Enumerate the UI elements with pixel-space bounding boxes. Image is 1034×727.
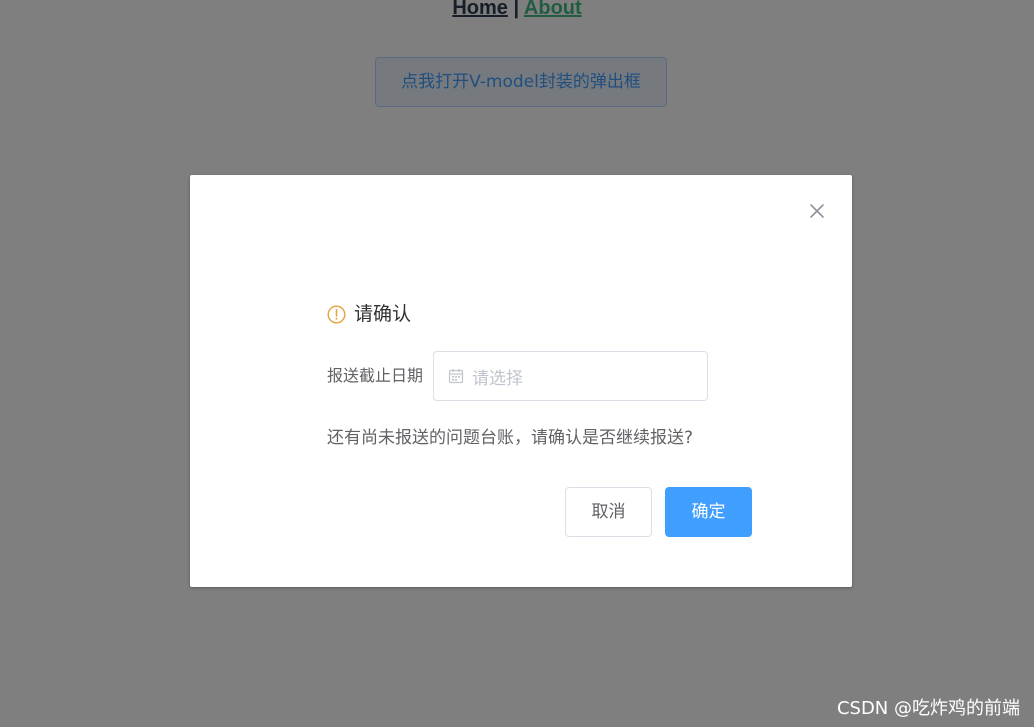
deadline-label: 报送截止日期 (327, 366, 424, 385)
confirm-dialog: 请确认 报送截止日期 请选择 还有尚未报送的问题台账，请确认是否继续报送? 取消… (190, 175, 852, 587)
dialog-message: 还有尚未报送的问题台账，请确认是否继续报送? (327, 428, 694, 448)
warning-circle-icon (327, 304, 346, 324)
calendar-icon (448, 368, 464, 384)
dialog-title: 请确认 (354, 303, 412, 325)
close-icon[interactable] (807, 201, 827, 221)
cancel-button[interactable]: 取消 (565, 487, 652, 537)
deadline-date-picker[interactable]: 请选择 (433, 351, 709, 401)
dialog-title-row: 请确认 (327, 301, 411, 327)
watermark: CSDN @吃炸鸡的前端 (836, 698, 1020, 719)
date-placeholder: 请选择 (472, 368, 524, 389)
confirm-button[interactable]: 确定 (665, 487, 752, 537)
deadline-form-row: 报送截止日期 请选择 (327, 351, 709, 401)
